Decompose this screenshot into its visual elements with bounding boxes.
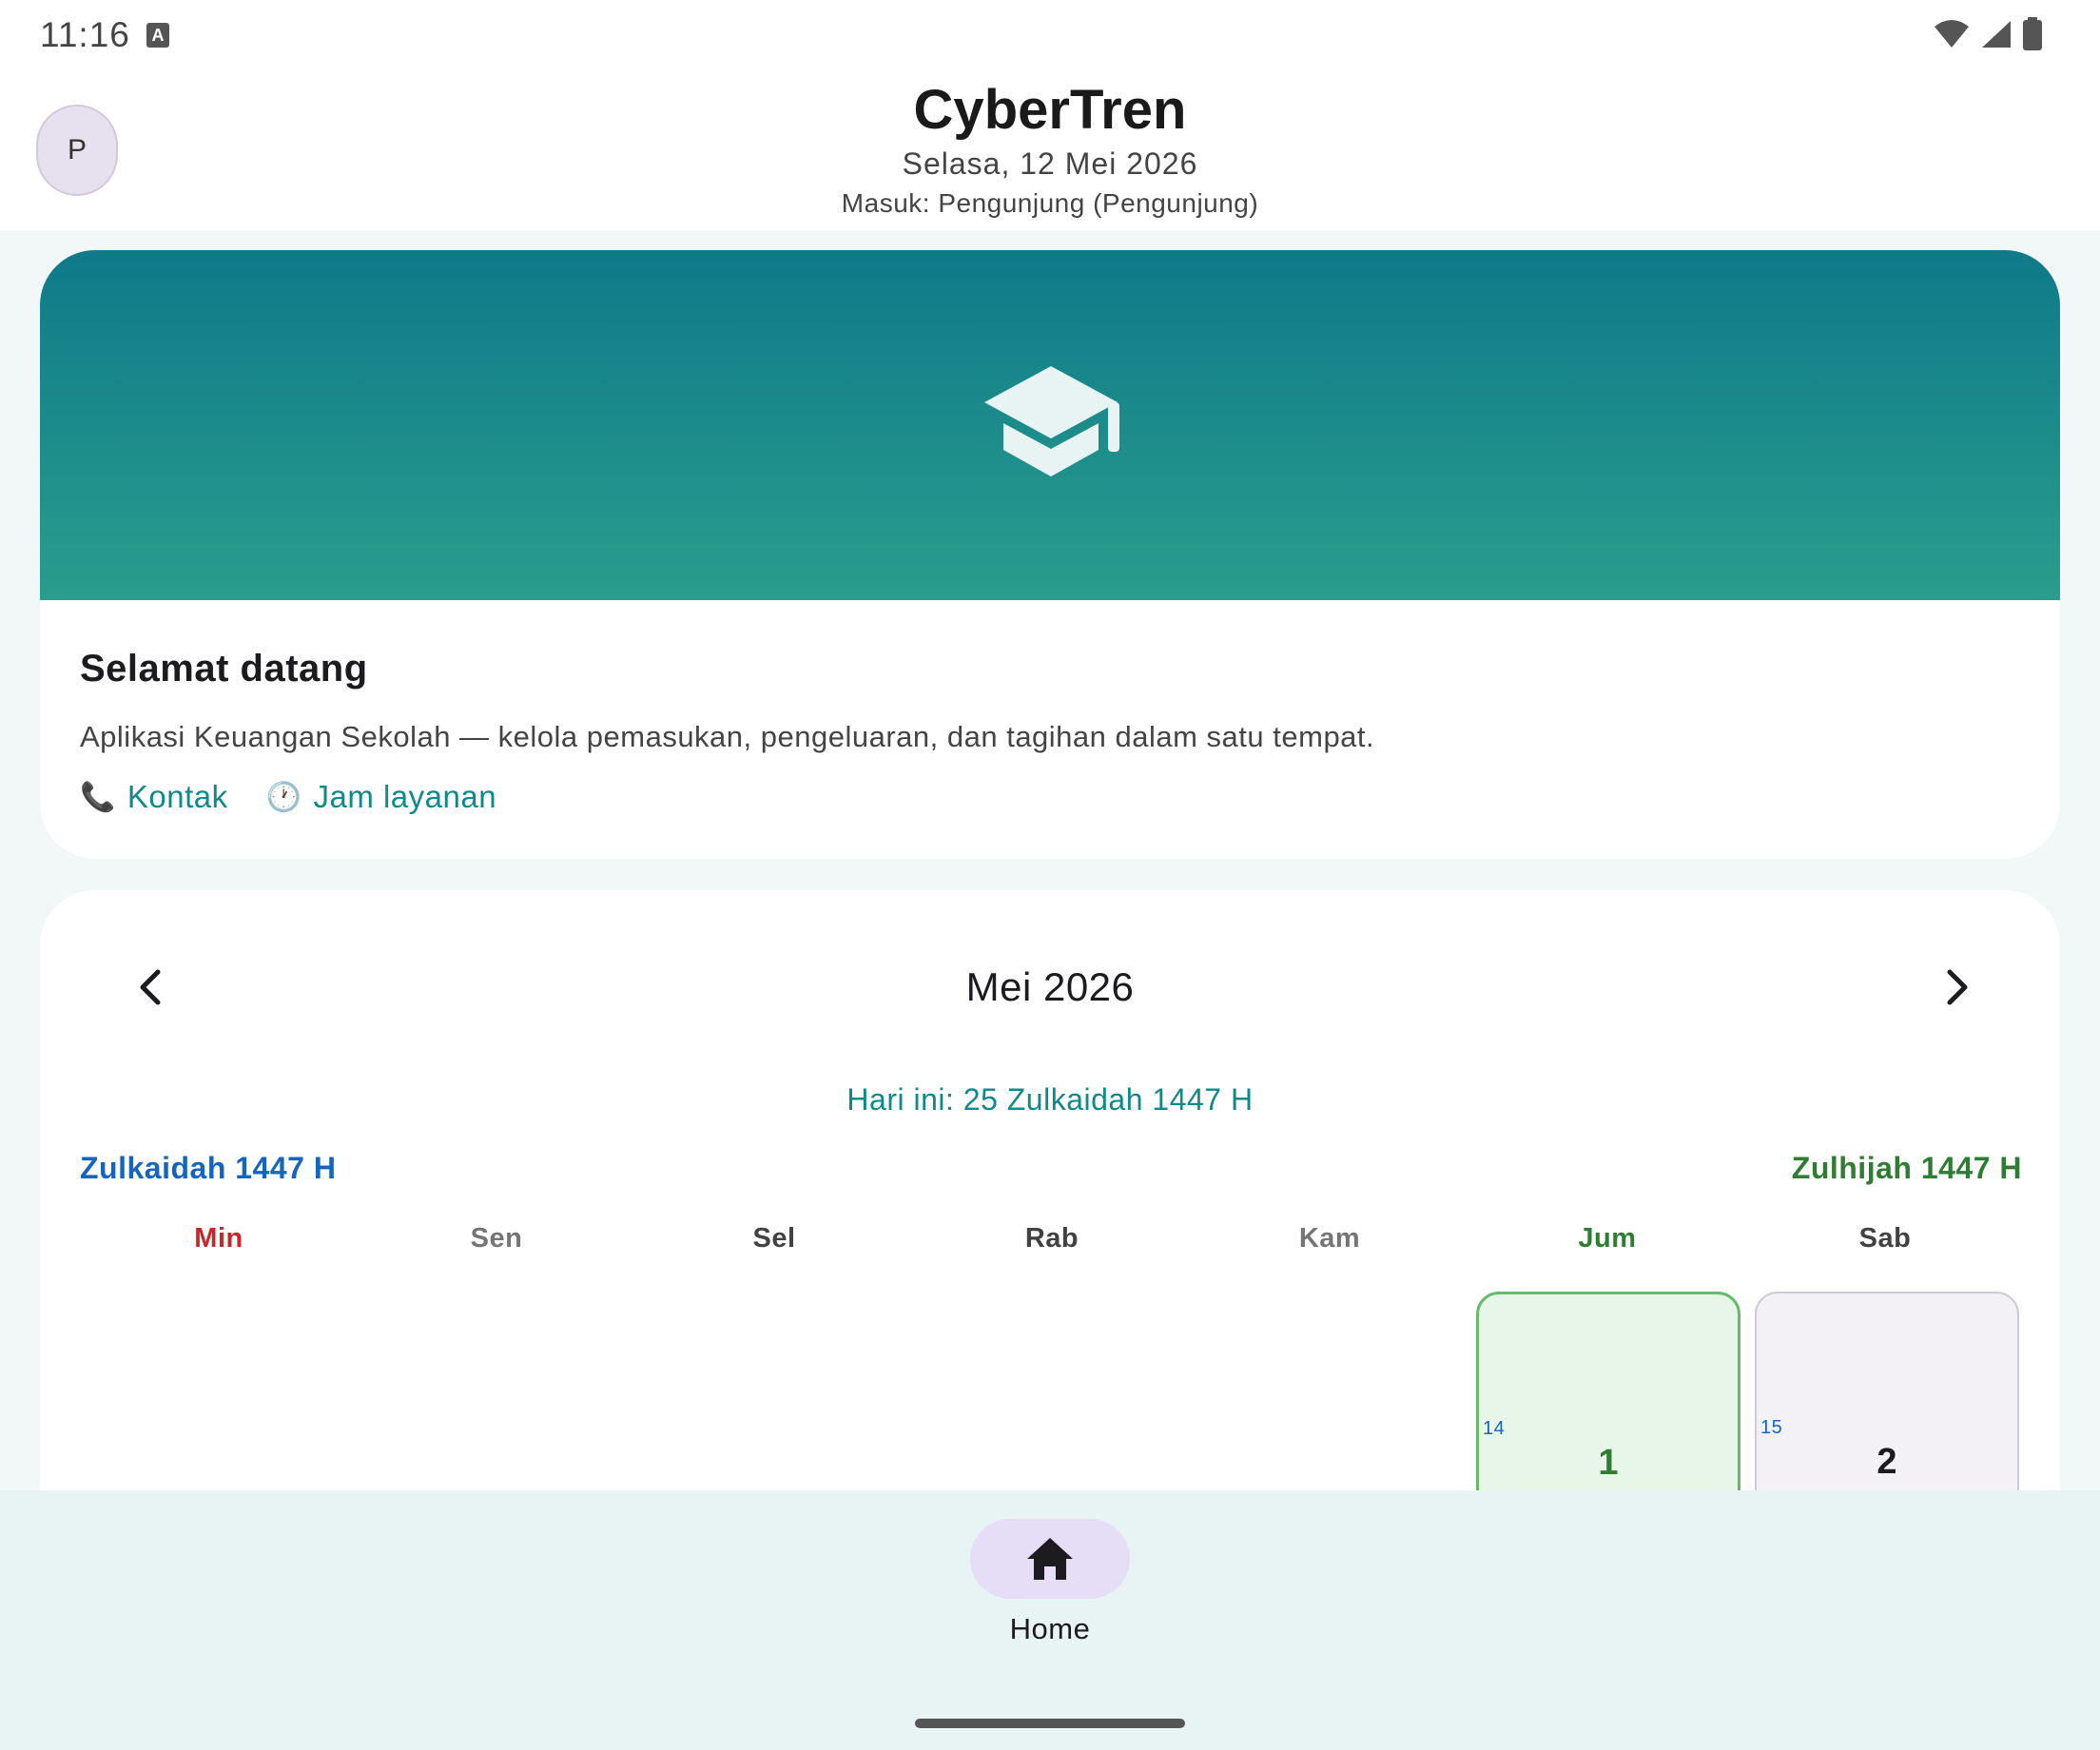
weekday-sab: Sab: [1858, 1223, 1912, 1254]
service-hours-link[interactable]: 🕐 Jam layanan: [266, 779, 496, 815]
battery-icon: [2023, 17, 2042, 50]
hijri-day-number: 14: [1483, 1418, 1506, 1439]
clock-icon: 🕐: [265, 781, 302, 813]
calendar-card: Mei 2026 Hari ini: 25 Zulkaidah 1447 H Z…: [40, 890, 2060, 1575]
welcome-description: Aplikasi Keuangan Sekolah — kelola pemas…: [80, 720, 1375, 753]
weekday-jum: Jum: [1578, 1223, 1637, 1254]
welcome-links: 📞 Kontak 🕐 Jam layanan: [80, 779, 496, 815]
status-time: 11:16: [40, 15, 130, 54]
app-title: CyberTren: [913, 79, 1187, 141]
nav-item-home-label: Home: [1009, 1612, 1091, 1645]
home-icon: [1027, 1538, 1073, 1580]
status-icons: [1933, 17, 2043, 51]
welcome-title: Selamat datang: [80, 648, 368, 690]
weekday-header-row: Min Sen Sel Rab Kam Jum Sab: [80, 1223, 2024, 1254]
header-date: Selasa, 12 Mei 2026: [902, 146, 1198, 181]
weekday-sen: Sen: [470, 1223, 523, 1254]
a-keyboard-icon: A: [146, 23, 169, 48]
wifi-icon: [1935, 20, 1969, 48]
status-bar: 11:16 A: [0, 0, 2100, 72]
welcome-banner: [40, 250, 2060, 600]
nav-item-home[interactable]: [970, 1519, 1130, 1599]
contact-link-label: Kontak: [126, 779, 228, 814]
weekday-sel: Sel: [752, 1223, 796, 1254]
graduation-cap-icon: [984, 366, 1119, 476]
hijri-month-right: Zulhijah 1447 H: [1791, 1151, 2022, 1185]
weekday-min: Min: [194, 1223, 243, 1254]
weekday-rab: Rab: [1024, 1223, 1079, 1254]
calendar-month-title: Mei 2026: [965, 964, 1135, 1009]
welcome-card: Selamat datang Aplikasi Keuangan Sekolah…: [40, 250, 2060, 859]
hijri-day-number: 15: [1760, 1417, 1783, 1438]
gregorian-day-number: 2: [1876, 1442, 1897, 1482]
chevron-right-icon[interactable]: [1929, 959, 1986, 1016]
hijri-month-left: Zulkaidah 1447 H: [80, 1151, 337, 1185]
gesture-handle: [915, 1719, 1185, 1728]
today-hijri-label: Hari ini: 25 Zulkaidah 1447 H: [846, 1082, 1254, 1117]
signal-icon: [1982, 21, 2011, 48]
contact-link[interactable]: 📞 Kontak: [80, 779, 228, 815]
service-hours-link-label: Jam layanan: [313, 779, 497, 814]
bottom-navigation: Home: [0, 1490, 2100, 1750]
weekday-kam: Kam: [1298, 1223, 1361, 1254]
login-status: Masuk: Pengunjung (Pengunjung): [841, 188, 1259, 218]
phone-icon: 📞: [80, 781, 116, 813]
app-header: P CyberTren Selasa, 12 Mei 2026 Masuk: P…: [0, 72, 2100, 230]
gregorian-day-number: 1: [1598, 1443, 1619, 1483]
